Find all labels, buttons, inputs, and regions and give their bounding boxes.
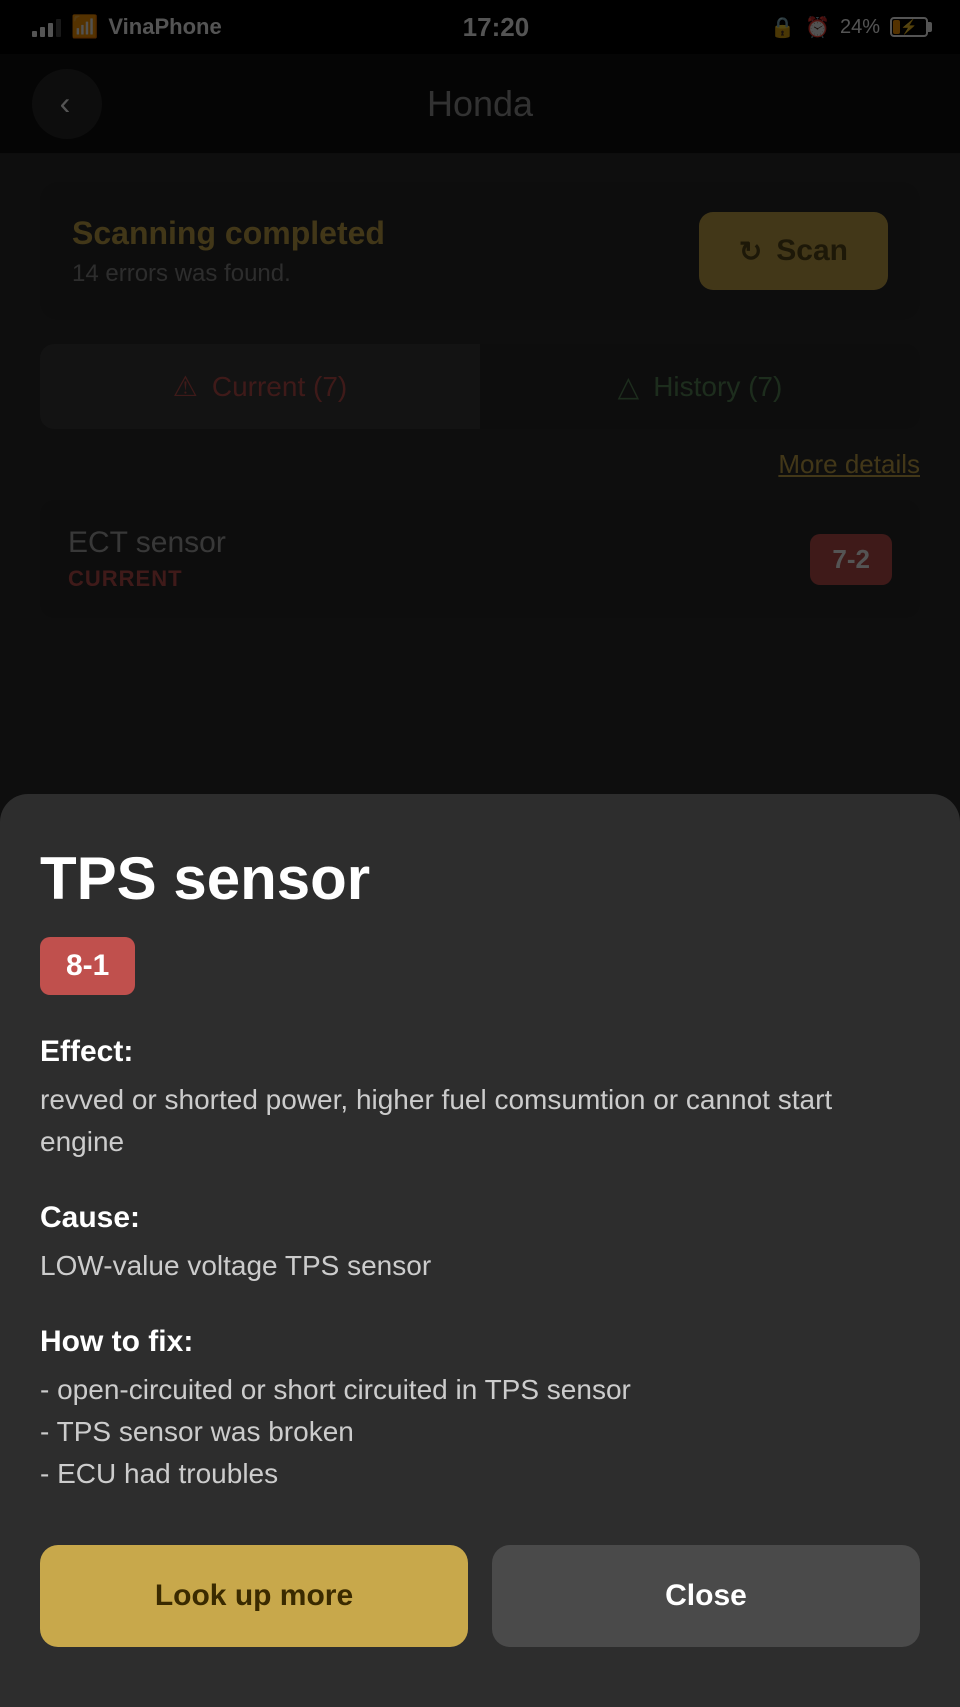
modal-cause-text: LOW-value voltage TPS sensor <box>40 1245 920 1287</box>
modal-cause-label: Cause: <box>40 1201 920 1235</box>
sensor-detail-modal: TPS sensor 8-1 Effect: revved or shorted… <box>0 794 960 1707</box>
modal-effect-text: revved or shorted power, higher fuel com… <box>40 1079 920 1163</box>
modal-fix-label: How to fix: <box>40 1325 920 1359</box>
modal-actions: Look up more Close <box>40 1545 920 1647</box>
close-button[interactable]: Close <box>492 1545 920 1647</box>
modal-sensor-name: TPS sensor <box>40 844 920 913</box>
modal-fix-text: - open-circuited or short circuited in T… <box>40 1369 920 1495</box>
modal-effect-section: Effect: revved or shorted power, higher … <box>40 1035 920 1163</box>
modal-effect-label: Effect: <box>40 1035 920 1069</box>
lookup-more-button[interactable]: Look up more <box>40 1545 468 1647</box>
modal-code-badge: 8-1 <box>40 937 135 995</box>
modal-cause-section: Cause: LOW-value voltage TPS sensor <box>40 1201 920 1287</box>
modal-fix-section: How to fix: - open-circuited or short ci… <box>40 1325 920 1495</box>
